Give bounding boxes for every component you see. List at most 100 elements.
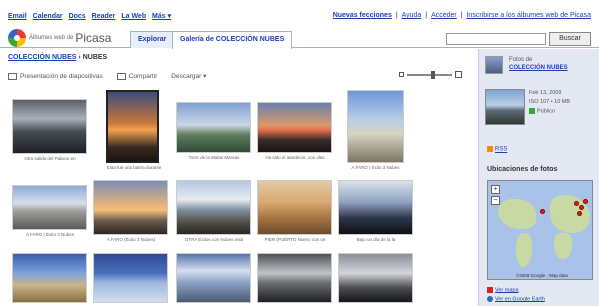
rss-link[interactable]: RSS — [487, 146, 507, 153]
photo-caption: Esta fue una batría durante — [106, 165, 162, 170]
map-pin-icon[interactable] — [577, 211, 582, 216]
sidebar: Fotos de COLECCIÓN NUBES Feb 13, 2009 IS… — [478, 49, 599, 306]
photo-thumbnail[interactable] — [338, 180, 413, 235]
sign-up-link[interactable]: Inscribirse a los álbumes web de Picasa — [466, 12, 591, 19]
photo-caption: A FARO (Éxito 3 Nubes) — [106, 237, 156, 242]
calendar-link[interactable]: Calendar — [33, 13, 63, 20]
photo-thumbnail[interactable] — [93, 253, 168, 303]
photo-thumbnail[interactable] — [176, 180, 251, 235]
photo-caption: OTRA Éxitos con Nubes está — [184, 237, 244, 242]
zoom-small-icon — [399, 72, 404, 77]
photo-caption: A FARO | Éxito 3 Nubes — [351, 165, 400, 170]
slideshow-button[interactable]: Presentación de diapositivas — [8, 72, 103, 80]
slideshow-icon — [8, 72, 17, 80]
photo-thumbnail-selected[interactable] — [106, 90, 159, 163]
picasa-logo[interactable]: Álbumes web de Picasa — [8, 29, 111, 47]
breadcrumb: COLECCIÓN NUBES › NUBES — [8, 54, 107, 61]
rss-icon — [487, 146, 493, 152]
top-bar: Email Calendar Docs Reader La Web Más ▾ … — [0, 0, 599, 22]
view-earth-label: Ver en Google Earth — [495, 296, 545, 303]
map-zoom-out-button[interactable]: − — [491, 196, 500, 205]
help-link[interactable]: Ayuda — [402, 12, 422, 19]
rss-label: RSS — [495, 146, 508, 153]
map-pin-icon[interactable] — [583, 199, 588, 204]
photo-thumbnail[interactable] — [93, 180, 168, 235]
photo-thumbnail[interactable] — [257, 102, 332, 153]
share-label: Compartir — [128, 72, 158, 80]
photo-map[interactable]: + − ©2009 Google · Map data — [487, 180, 593, 280]
album-toolbar: Presentación de diapositivas Compartir D… — [8, 69, 468, 83]
visibility-label: Público — [537, 108, 556, 115]
breadcrumb-current: NUBES — [82, 54, 108, 61]
photo-caption: A FARO | Éxito 3 Nubes — [26, 232, 74, 237]
tab-explore[interactable]: Explorar — [130, 31, 175, 48]
map-land — [554, 233, 572, 259]
earth-icon — [487, 296, 493, 302]
zoom-large-icon — [455, 71, 462, 78]
view-map-label: Ver mapa — [495, 287, 519, 294]
google-links: Email Calendar Docs Reader La Web Más ▾ — [8, 12, 175, 20]
photo-exif: ISO 107 • 10 MB — [529, 99, 571, 105]
map-pin-icon[interactable] — [540, 209, 545, 214]
logo-big-text: Picasa — [75, 31, 112, 45]
photo-thumbnail[interactable] — [12, 253, 87, 303]
picasa-icon — [8, 29, 26, 47]
public-icon — [529, 108, 535, 114]
zoom-slider[interactable] — [399, 70, 462, 79]
download-button[interactable]: Descargar ▾ — [171, 72, 206, 80]
separator: | — [460, 12, 463, 19]
search-input[interactable] — [446, 33, 546, 45]
map-land — [516, 233, 532, 267]
zoom-track[interactable] — [407, 70, 452, 79]
map-land — [498, 199, 536, 229]
email-link[interactable]: Email — [8, 13, 27, 20]
photo-caption: PIER (PUERTO Nuevo con un — [264, 237, 326, 242]
author-avatar[interactable] — [485, 56, 503, 74]
zoom-handle[interactable] — [431, 70, 435, 79]
author-label: Fotos de — [509, 57, 533, 63]
main-content: COLECCIÓN NUBES › NUBES Presentación de … — [0, 49, 478, 306]
breadcrumb-parent[interactable]: COLECCIÓN NUBES — [8, 54, 76, 61]
docs-link[interactable]: Docs — [69, 13, 86, 20]
map-icon — [487, 287, 493, 293]
photo-caption: Otra salida del Palacio en — [24, 156, 76, 161]
tab-gallery[interactable]: Galería de COLECCIÓN NUBES — [172, 31, 293, 49]
separator: | — [425, 12, 428, 19]
photo-thumbnail[interactable] — [176, 253, 251, 303]
photo-thumbnail[interactable] — [12, 185, 87, 230]
map-credit: ©2009 Google · Map data — [516, 273, 568, 278]
photo-caption: Torre de la Malas Mareas — [188, 155, 240, 160]
view-earth-link[interactable]: Ver en Google Earth — [487, 296, 545, 302]
search-button[interactable]: Buscar — [549, 32, 591, 46]
reader-link[interactable]: Reader — [92, 13, 116, 20]
photo-caption: Ha sido el atardecer, con olas — [265, 155, 325, 160]
photo-caption: Bajo un día de la la — [356, 237, 396, 242]
photo-thumbnail[interactable] — [257, 180, 332, 235]
new-features-link[interactable]: Nuevas fecciones — [333, 12, 392, 19]
share-button[interactable]: Compartir — [116, 72, 158, 80]
photo-date: Feb 13, 2009 — [529, 90, 562, 96]
photo-thumbnail[interactable] — [257, 253, 332, 303]
author-name-link[interactable]: COLECCIÓN NUBES — [509, 65, 568, 71]
email-icon — [116, 72, 126, 80]
sign-in-link[interactable]: Acceder — [431, 12, 457, 19]
breadcrumb-separator: › — [78, 54, 81, 61]
logo-small-text: Álbumes web de — [29, 35, 74, 41]
separator: | — [395, 12, 398, 19]
map-zoom-in-button[interactable]: + — [491, 185, 500, 194]
photo-thumbnail[interactable] — [347, 90, 404, 163]
photo-thumbnail[interactable] — [12, 99, 87, 154]
download-label: Descargar ▾ — [171, 73, 207, 80]
map-pin-icon[interactable] — [579, 205, 584, 210]
map-pin-icon[interactable] — [574, 201, 579, 206]
album-cover[interactable] — [485, 89, 525, 125]
photo-thumbnail[interactable] — [338, 253, 413, 303]
visibility-status: Público — [529, 108, 555, 114]
view-map-link[interactable]: Ver mapa — [487, 287, 519, 293]
map-heading: Ubicaciones de fotos — [487, 166, 558, 173]
photo-thumbnail[interactable] — [176, 102, 251, 153]
slideshow-label: Presentación de diapositivas — [20, 72, 103, 80]
web-link[interactable]: La Web — [121, 13, 146, 20]
more-link[interactable]: Más ▾ — [152, 13, 171, 20]
user-links: Nuevas fecciones | Ayuda | Acceder | Ins… — [331, 12, 591, 19]
